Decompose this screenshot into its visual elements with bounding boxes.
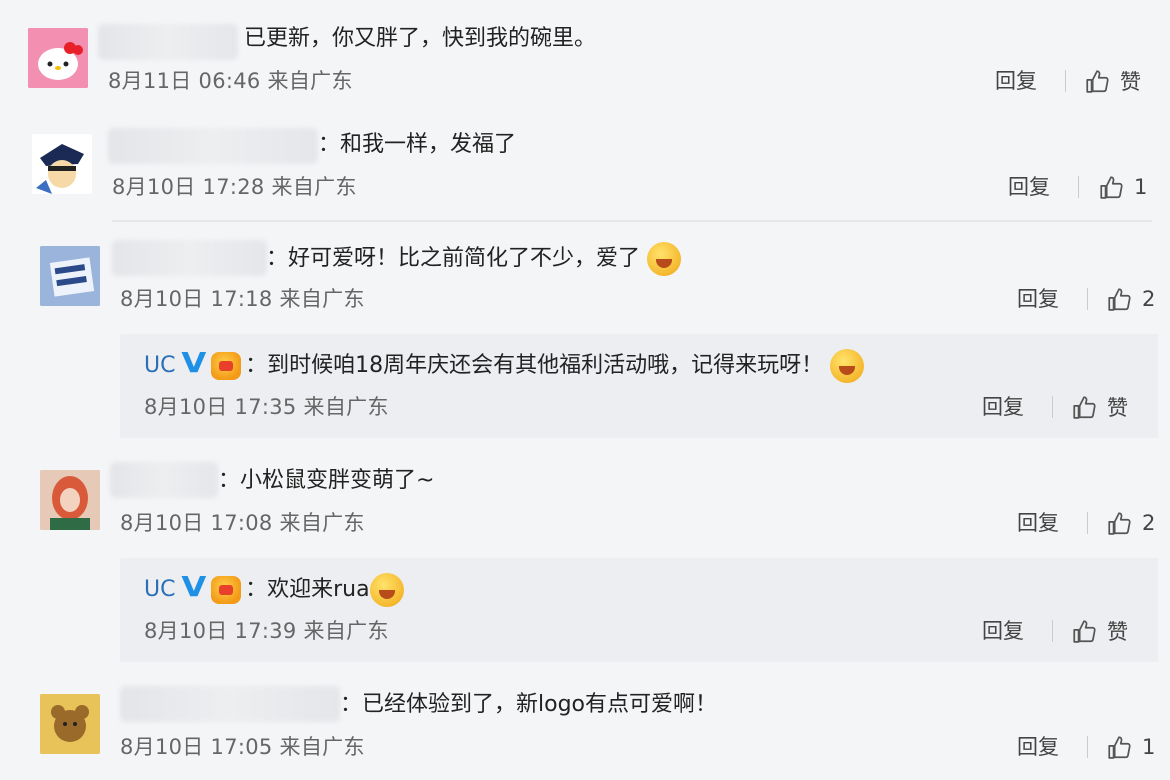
reply-button[interactable]: 回复 <box>1017 508 1059 538</box>
like-button[interactable]: 赞 <box>1071 392 1128 422</box>
action-separator <box>1052 396 1053 418</box>
reply-text-body: ：到时候咱18周年庆还会有其他福利活动哦，记得来玩呀！ <box>245 353 824 378</box>
emoji-icon <box>830 349 865 383</box>
like-button[interactable]: 2 <box>1106 284 1155 314</box>
action-separator <box>1078 176 1079 198</box>
avatar[interactable] <box>32 134 92 194</box>
like-button[interactable]: 2 <box>1106 508 1155 538</box>
username-blurred <box>108 128 318 164</box>
like-button[interactable]: 赞 <box>1084 66 1141 96</box>
verified-v-icon: V <box>181 346 207 379</box>
action-separator <box>1087 736 1088 758</box>
thumbs-up-icon <box>1100 176 1123 199</box>
username-blurred <box>110 462 218 498</box>
reply-author[interactable]: UC <box>144 577 175 602</box>
comment-text-body: ：好可爱呀！比之前简化了不少，爱了 <box>266 246 641 271</box>
action-separator <box>1065 70 1066 92</box>
comment-text: 已更新，你又胖了，快到我的碗里。 <box>244 26 597 51</box>
reply-button[interactable]: 回复 <box>1017 732 1059 762</box>
verified-v-icon: V <box>181 570 207 603</box>
action-separator <box>1052 620 1053 642</box>
like-count: 赞 <box>1107 620 1128 644</box>
like-button[interactable]: 赞 <box>1071 616 1128 646</box>
avatar[interactable] <box>40 246 100 306</box>
thumbs-up-icon <box>1108 736 1131 759</box>
divider <box>112 220 1152 222</box>
username-blurred <box>98 24 238 60</box>
emoji-icon <box>647 242 682 276</box>
comment-text: ：已经体验到了，新logo有点可爱啊！ <box>340 692 717 717</box>
reply-button[interactable]: 回复 <box>1008 172 1050 202</box>
reply-button[interactable]: 回复 <box>1017 284 1059 314</box>
comment-time: 8月10日 17:28 来自广东 <box>112 175 357 199</box>
avatar[interactable] <box>40 694 100 754</box>
comment-time: 8月10日 17:05 来自广东 <box>120 735 365 759</box>
reply-text-body: ：欢迎来rua <box>245 577 370 602</box>
like-count: 1 <box>1142 735 1156 759</box>
comment-time: 8月11日 06:46 来自广东 <box>108 69 353 93</box>
like-count: 赞 <box>1107 396 1128 420</box>
reply-button[interactable]: 回复 <box>995 66 1037 96</box>
comment-time: 8月10日 17:18 来自广东 <box>120 287 365 311</box>
like-count: 2 <box>1142 287 1156 311</box>
reply-text: UC V ：到时候咱18周年庆还会有其他福利活动哦，记得来玩呀！ <box>144 346 865 383</box>
action-separator <box>1087 512 1088 534</box>
thumbs-up-icon <box>1108 288 1131 311</box>
reply-author[interactable]: UC <box>144 353 175 378</box>
like-count: 2 <box>1142 511 1156 535</box>
like-count: 赞 <box>1120 70 1141 94</box>
reply-time: 8月10日 17:39 来自广东 <box>144 619 389 643</box>
comment-text: ：和我一样，发福了 <box>318 132 517 157</box>
reply-text: UC V ：欢迎来rua <box>144 572 404 607</box>
username-blurred <box>120 686 340 722</box>
like-button[interactable]: 1 <box>1098 172 1147 202</box>
comment-time: 8月10日 17:08 来自广东 <box>120 511 365 535</box>
like-button[interactable]: 1 <box>1106 732 1155 762</box>
thumbs-up-icon <box>1108 512 1131 535</box>
badge-icon <box>211 576 242 604</box>
username-blurred <box>112 240 267 276</box>
thumbs-up-icon <box>1086 70 1109 93</box>
emoji-icon <box>369 573 404 607</box>
avatar[interactable] <box>28 28 88 88</box>
action-separator <box>1087 288 1088 310</box>
reply-button[interactable]: 回复 <box>982 392 1024 422</box>
comment-text: ：小松鼠变胖变萌了~ <box>218 468 435 493</box>
reply-button[interactable]: 回复 <box>982 616 1024 646</box>
thumbs-up-icon <box>1073 396 1096 419</box>
thumbs-up-icon <box>1073 620 1096 643</box>
avatar[interactable] <box>40 470 100 530</box>
comment-text: ：好可爱呀！比之前简化了不少，爱了 <box>266 242 682 276</box>
like-count: 1 <box>1134 175 1148 199</box>
reply-block-2: UC V ：欢迎来rua 8月10日 17:39 来自广东 回复 赞 <box>120 558 1158 662</box>
reply-block-1: UC V ：到时候咱18周年庆还会有其他福利活动哦，记得来玩呀！ 8月10日 17:… <box>120 334 1158 438</box>
reply-time: 8月10日 17:35 来自广东 <box>144 395 389 419</box>
badge-icon <box>211 352 242 380</box>
